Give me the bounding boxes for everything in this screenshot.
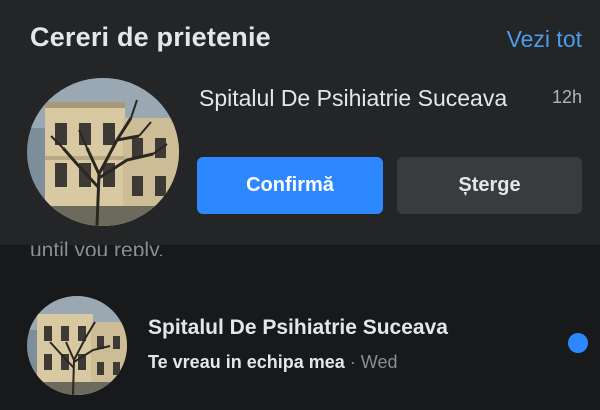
delete-button[interactable]: Șterge	[397, 157, 582, 214]
section-title: Cereri de prietenie	[30, 22, 271, 52]
friend-requests-section: Cereri de prietenie Vezi tot Spitalul De…	[0, 0, 600, 245]
building-photo-icon	[27, 78, 179, 226]
partial-text: until you reply.	[30, 239, 164, 256]
building-photo-icon	[27, 296, 127, 395]
avatar[interactable]	[27, 78, 179, 226]
message-row[interactable]: Spitalul De Psihiatrie Suceava Te vreau …	[0, 270, 600, 410]
message-text: Te vreau in echipa mea	[148, 352, 345, 372]
unread-indicator	[568, 333, 588, 353]
separator: ·	[349, 352, 356, 372]
sender-name: Spitalul De Psihiatrie Suceava	[148, 316, 448, 339]
message-preview: Te vreau in echipa mea · Wed	[148, 352, 397, 373]
confirm-button[interactable]: Confirmă	[197, 157, 383, 214]
request-name[interactable]: Spitalul De Psihiatrie Suceava	[199, 83, 529, 114]
see-all-link[interactable]: Vezi tot	[507, 26, 582, 53]
request-time: 12h	[551, 87, 582, 107]
message-time: Wed	[360, 352, 398, 372]
avatar	[27, 296, 127, 395]
